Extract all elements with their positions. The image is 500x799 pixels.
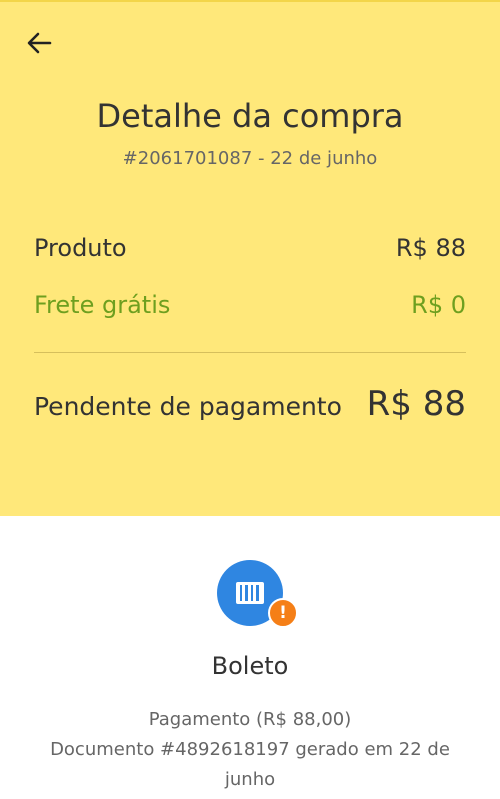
product-label: Produto bbox=[34, 234, 127, 262]
document-info: Documento #4892618197 gerado em 22 de ju… bbox=[50, 739, 450, 790]
order-reference: #2061701087 - 22 de junho bbox=[122, 148, 378, 169]
total-row: Pendente de pagamento R$ 88 bbox=[34, 384, 466, 424]
product-row: Produto R$ 88 bbox=[34, 234, 466, 262]
purchase-summary-header: Detalhe da compra #2061701087 - 22 de ju… bbox=[0, 0, 500, 516]
alert-exclamation-icon: ! bbox=[268, 598, 298, 628]
back-button[interactable] bbox=[22, 26, 56, 60]
total-label: Pendente de pagamento bbox=[34, 392, 342, 421]
arrow-left-icon bbox=[27, 32, 52, 54]
product-value: R$ 88 bbox=[395, 234, 466, 262]
payment-amount: Pagamento (R$ 88,00) bbox=[148, 709, 352, 730]
page-title: Detalhe da compra bbox=[96, 97, 404, 135]
total-value: R$ 88 bbox=[366, 384, 466, 424]
shipping-row: Frete grátis R$ 0 bbox=[34, 291, 466, 319]
shipping-value: R$ 0 bbox=[411, 291, 466, 319]
payment-method-name: Boleto bbox=[211, 652, 289, 680]
shipping-label: Frete grátis bbox=[34, 291, 171, 319]
divider bbox=[34, 352, 466, 353]
